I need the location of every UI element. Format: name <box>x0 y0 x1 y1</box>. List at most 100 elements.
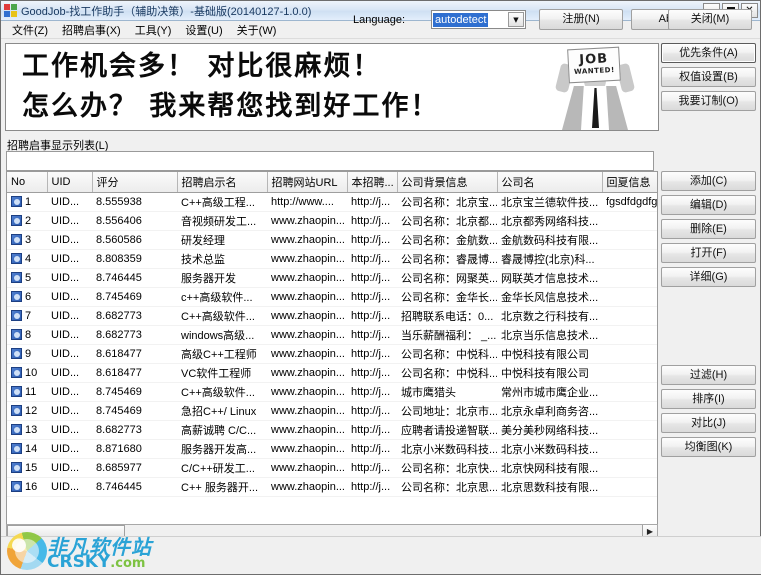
sort-button[interactable]: 排序(I) <box>661 389 756 409</box>
row-number: 16 <box>25 481 38 493</box>
job-wanted-sign: JOB WANTED! <box>567 46 621 84</box>
cell-siteurl: www.zhaopin... <box>267 382 347 402</box>
menu-item-settings[interactable]: 设置(U) <box>178 21 229 39</box>
table-row[interactable]: 4 UID... 8.808359 技术总监 www.zhaopin... http://… <box>7 249 657 269</box>
column-header-company-name[interactable]: 公司名 <box>497 172 603 193</box>
cell-reply <box>602 439 657 459</box>
chevron-down-icon[interactable]: ▼ <box>508 12 524 27</box>
edit-button[interactable]: 编辑(D) <box>661 195 756 215</box>
cell-uid: UID... <box>47 458 92 478</box>
delete-button[interactable]: 删除(E) <box>661 219 756 239</box>
row-item-icon <box>11 367 22 378</box>
cell-uid: UID... <box>47 192 92 212</box>
row-number: 7 <box>25 310 32 322</box>
cell-score: 8.560586 <box>92 230 177 250</box>
cell-reply <box>602 420 657 440</box>
balance-chart-button[interactable]: 均衡图(K) <box>661 437 756 457</box>
menu-item-job-posting[interactable]: 招聘启事(X) <box>55 21 128 39</box>
row-item-icon <box>11 215 22 226</box>
column-header-reply-info[interactable]: 回夏信息 <box>602 172 657 193</box>
table-row[interactable]: 13 UID... 8.682773 高薪诚聘 C/C... www.zhaopin..… <box>7 420 657 440</box>
weight-settings-button[interactable]: 权值设置(B) <box>661 67 756 87</box>
cell-reply <box>602 268 657 288</box>
cell-bginfo: 公司地址：北京市... <box>397 401 497 421</box>
cell-uid: UID... <box>47 477 92 497</box>
table-row[interactable]: 8 UID... 8.682773 windows高级... www.zhaopin..… <box>7 325 657 345</box>
table-row[interactable]: 15 UID... 8.685977 C/C++研发工... www.zhaopin..… <box>7 458 657 478</box>
compare-button[interactable]: 对比(J) <box>661 413 756 433</box>
row-number: 10 <box>25 367 38 379</box>
column-header-site-url[interactable]: 招聘网站URL <box>267 172 348 193</box>
filter-input[interactable] <box>6 151 654 171</box>
table-row[interactable]: 11 UID... 8.745469 C++高级软件... www.zhaopin...… <box>7 382 657 402</box>
column-header-job-name[interactable]: 招聘启示名 <box>177 172 268 193</box>
language-select[interactable]: autodetect ▼ <box>431 10 526 29</box>
cell-siteurl: www.zhaopin... <box>267 401 347 421</box>
right-button-group: 添加(C) 编辑(D) 删除(E) 打开(F) 详细(G) 过滤(H) 排序(I… <box>661 171 756 461</box>
cell-uid: UID... <box>47 249 92 269</box>
watermark-brand: CRSKY <box>47 552 111 572</box>
row-item-icon <box>11 443 22 454</box>
detail-button[interactable]: 详细(G) <box>661 267 756 287</box>
cell-no: 7 <box>7 306 47 326</box>
row-number: 15 <box>25 462 38 474</box>
cell-siteurl: www.zhaopin... <box>267 363 347 383</box>
table-row[interactable]: 1 UID... 8.555938 C++高级工程... http://www.... h… <box>7 192 657 212</box>
table-row[interactable]: 12 UID... 8.745469 急招C++/ Linux www.zhaopin.… <box>7 401 657 421</box>
register-button[interactable]: 注册(N) <box>539 9 623 30</box>
column-header-uid[interactable]: UID <box>47 172 93 193</box>
column-header-this-job[interactable]: 本招聘... <box>347 172 398 193</box>
cell-siteurl: www.zhaopin... <box>267 287 347 307</box>
cell-score: 8.682773 <box>92 420 177 440</box>
cell-bginfo: 公司名称：中悦科... <box>397 363 497 383</box>
table-row[interactable]: 2 UID... 8.556406 音视频研发工... www.zhaopin... ht… <box>7 211 657 231</box>
close-app-button[interactable]: 关闭(M) <box>668 9 752 30</box>
cell-jobname: C++高级工程... <box>177 192 267 212</box>
open-button[interactable]: 打开(F) <box>661 243 756 263</box>
filter-button[interactable]: 过滤(H) <box>661 365 756 385</box>
add-button[interactable]: 添加(C) <box>661 171 756 191</box>
cell-bginfo: 招聘联系电话：0... <box>397 306 497 326</box>
cell-bginfo: 公司名称：北京思... <box>397 477 497 497</box>
menu-item-about[interactable]: 关于(W) <box>230 21 284 39</box>
cell-no: 2 <box>7 211 47 231</box>
cell-score: 8.682773 <box>92 325 177 345</box>
table-row[interactable]: 6 UID... 8.745469 c++高级软件... www.zhaopin... h… <box>7 287 657 307</box>
cell-thisjob: http://j... <box>347 420 397 440</box>
menu-item-file[interactable]: 文件(Z) <box>5 21 55 39</box>
job-postings-table[interactable]: No UID 评分 招聘启示名 招聘网站URL 本招聘... 公司背景信息 公司… <box>6 171 658 534</box>
priority-conditions-button[interactable]: 优先条件(A) <box>661 43 756 63</box>
column-header-score[interactable]: 评分 <box>92 172 178 193</box>
table-row[interactable]: 5 UID... 8.746445 服务器开发 www.zhaopin... http:/… <box>7 268 657 288</box>
language-selected-value: autodetect <box>433 12 489 27</box>
crsky-logo-icon <box>7 532 47 570</box>
cell-bginfo: 公司名称：金华长... <box>397 287 497 307</box>
cell-jobname: 高级C++工程师 <box>177 344 267 364</box>
table-row[interactable]: 16 UID... 8.746445 C++ 服务器开... www.zhaopin..… <box>7 477 657 497</box>
cell-jobname: c++高级软件... <box>177 287 267 307</box>
table-row[interactable]: 7 UID... 8.682773 C++高级软件... www.zhaopin... h… <box>7 306 657 326</box>
cell-reply <box>602 306 657 326</box>
table-row[interactable]: 14 UID... 8.871680 服务器开发高... www.zhaopin... h… <box>7 439 657 459</box>
application-window: GoodJob-找工作助手（辅助决策）-基础版(20140127-1.0.0) … <box>0 0 761 575</box>
cell-no: 14 <box>7 439 47 459</box>
cell-uid: UID... <box>47 382 92 402</box>
cell-jobname: 服务器开发高... <box>177 439 267 459</box>
table-row[interactable]: 9 UID... 8.618477 高级C++工程师 www.zhaopin... htt… <box>7 344 657 364</box>
table-row[interactable]: 10 UID... 8.618477 VC软件工程师 www.zhaopin... htt… <box>7 363 657 383</box>
column-header-company-background[interactable]: 公司背景信息 <box>397 172 498 193</box>
cell-jobname: windows高级... <box>177 325 267 345</box>
cell-bginfo: 北京小米数码科技... <box>397 439 497 459</box>
menu-item-tools[interactable]: 工具(Y) <box>128 21 179 39</box>
cell-thisjob: http://j... <box>347 287 397 307</box>
cell-reply <box>602 458 657 478</box>
cell-reply <box>602 401 657 421</box>
cell-company: 北京数之行科技有... <box>497 306 602 326</box>
column-header-no[interactable]: No <box>7 172 48 193</box>
cell-uid: UID... <box>47 325 92 345</box>
cell-jobname: C++高级软件... <box>177 306 267 326</box>
customize-button[interactable]: 我要订制(O) <box>661 91 756 111</box>
table-row[interactable]: 3 UID... 8.560586 研发经理 www.zhaopin... http://… <box>7 230 657 250</box>
table-header-row: No UID 评分 招聘启示名 招聘网站URL 本招聘... 公司背景信息 公司… <box>7 172 657 193</box>
row-item-icon <box>11 253 22 264</box>
